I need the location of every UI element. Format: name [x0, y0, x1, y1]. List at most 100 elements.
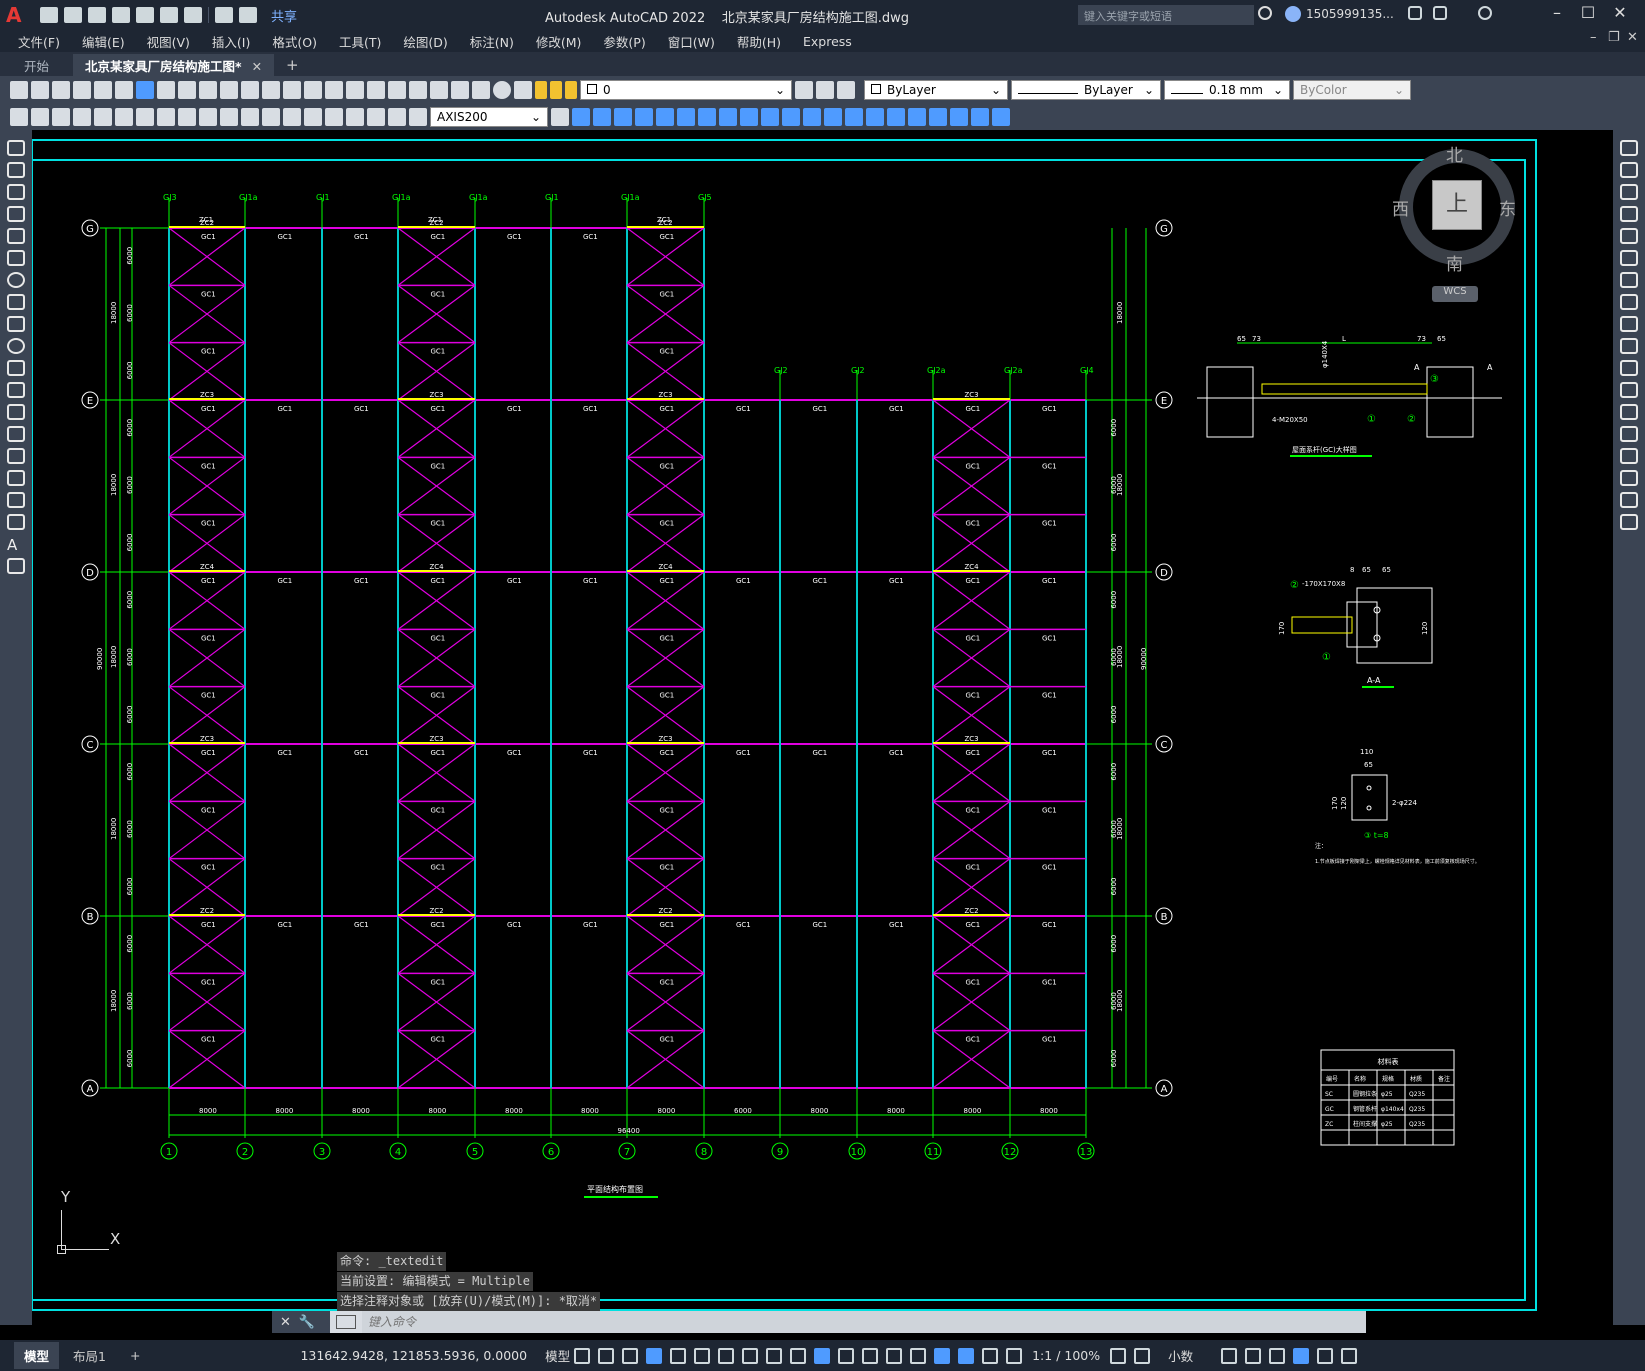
save-icon[interactable]	[52, 80, 70, 99]
dynamic-input-icon[interactable]	[646, 1347, 663, 1364]
stretch-icon[interactable]	[1620, 316, 1638, 332]
copy-icon[interactable]	[1620, 162, 1638, 178]
polar-icon[interactable]	[694, 1347, 711, 1364]
copy-object-icon[interactable]	[593, 107, 611, 126]
viewcube-north[interactable]: 北	[1446, 141, 1463, 166]
zoom-previous-icon[interactable]	[346, 80, 364, 99]
layer-dropdown[interactable]: 0 ⌄	[580, 79, 792, 100]
tab-layout1[interactable]: 布局1	[63, 1342, 116, 1369]
mirror-icon[interactable]	[1620, 184, 1638, 200]
add-layout-button[interactable]: +	[120, 1344, 150, 1367]
pan-icon[interactable]	[283, 80, 301, 99]
menu-item[interactable]: 窗口(W)	[668, 32, 715, 51]
chamfer-icon[interactable]	[1620, 448, 1638, 464]
paste-icon[interactable]	[199, 80, 217, 99]
arc-icon[interactable]	[7, 250, 25, 266]
save-icon[interactable]	[88, 7, 106, 23]
color-dropdown[interactable]: ByLayer ⌄	[864, 79, 1008, 100]
stretch-icon[interactable]	[740, 107, 758, 126]
customize-icon[interactable]: 🔧	[299, 1315, 315, 1330]
plot-icon[interactable]	[73, 80, 91, 99]
doc-restore-button[interactable]: ❐	[1608, 30, 1624, 50]
circle-icon[interactable]	[7, 272, 25, 288]
menu-item[interactable]: 标注(N)	[470, 32, 514, 51]
search-input[interactable]: 键入关键字或短语	[1078, 5, 1254, 25]
tab-model[interactable]: 模型	[14, 1342, 60, 1369]
dimstyle-icon[interactable]	[551, 107, 569, 126]
clean-screen-icon[interactable]	[1317, 1347, 1334, 1364]
close-tab-icon[interactable]: ✕	[252, 59, 262, 74]
gradient-icon[interactable]	[7, 470, 25, 486]
3d-osnap-icon[interactable]	[862, 1347, 879, 1364]
bring-front-icon[interactable]	[929, 107, 947, 126]
ordinate-icon[interactable]	[94, 107, 112, 126]
layer-thaw-icon[interactable]	[550, 80, 562, 99]
cart-icon[interactable]	[1408, 6, 1422, 20]
help-icon[interactable]	[493, 80, 511, 99]
drawing-canvas[interactable]: GC1 GC1 GC1 ZC2 GC1 GC1 GC1 ZC3 GC1 GC1 GC1 ZC4 GC1 G…	[32, 130, 1613, 1325]
radius-icon[interactable]	[115, 107, 133, 126]
offset-icon[interactable]	[1620, 206, 1638, 222]
chamfer-icon[interactable]	[845, 107, 863, 126]
redo-icon[interactable]	[262, 80, 280, 99]
extend-icon[interactable]	[782, 107, 800, 126]
mtext-icon[interactable]: A	[7, 536, 25, 554]
annotation-scale-value[interactable]: 1:1 / 100%	[1032, 1348, 1100, 1363]
dynamic-ucs-icon[interactable]	[886, 1347, 903, 1364]
quick-dimension-icon[interactable]	[10, 107, 28, 126]
maximize-button[interactable]: ☐	[1574, 3, 1602, 25]
share-button[interactable]: 共享	[271, 6, 297, 25]
move-icon[interactable]	[1620, 250, 1638, 266]
coordinates-readout[interactable]: 131642.9428, 121853.5936, 0.0000	[300, 1348, 527, 1363]
units-value[interactable]: 小数	[1168, 1346, 1193, 1365]
inspect-icon[interactable]	[325, 107, 343, 126]
aligned-dimension-icon[interactable]	[52, 107, 70, 126]
lineweight-icon[interactable]	[790, 1347, 807, 1364]
rectangle-icon[interactable]	[7, 228, 25, 244]
user-name[interactable]: 1505999135...	[1306, 7, 1394, 21]
menu-item[interactable]: 绘图(D)	[403, 32, 447, 51]
menu-item[interactable]: 工具(T)	[339, 32, 381, 51]
isolate-objects-icon[interactable]	[1269, 1347, 1286, 1364]
workspace-gear-icon[interactable]	[1110, 1347, 1127, 1364]
tool-palettes-icon[interactable]	[409, 80, 427, 99]
autocad-logo-icon[interactable]: A	[6, 3, 34, 27]
fillet-icon[interactable]	[1620, 470, 1638, 486]
lock-ui-icon[interactable]	[1245, 1347, 1262, 1364]
layer-previous-icon[interactable]	[816, 80, 834, 99]
cut-icon[interactable]	[157, 80, 175, 99]
hatch-back-icon[interactable]	[992, 107, 1010, 126]
arc-length-icon[interactable]	[73, 107, 91, 126]
new-tab-button[interactable]: +	[274, 54, 311, 76]
hardware-acceleration-icon[interactable]	[1293, 1347, 1310, 1364]
menu-item[interactable]: 文件(F)	[18, 32, 60, 51]
spline-icon[interactable]	[7, 316, 25, 332]
linetype-dropdown[interactable]: ByLayer ⌄	[1011, 79, 1161, 100]
menu-item[interactable]: 插入(I)	[212, 32, 250, 51]
design-center-icon[interactable]	[388, 80, 406, 99]
insert-block-icon[interactable]	[7, 382, 25, 398]
viewcube-east[interactable]: 东	[1499, 195, 1516, 220]
break-icon[interactable]	[262, 107, 280, 126]
user-icon[interactable]	[1285, 6, 1301, 22]
wcs-menu[interactable]: WCS	[1432, 286, 1478, 302]
zoom-window-icon[interactable]	[325, 80, 343, 99]
new-file-icon[interactable]	[40, 7, 58, 23]
close-button[interactable]: ✕	[1606, 3, 1634, 25]
open-icon[interactable]	[31, 80, 49, 99]
menu-item[interactable]: 格式(O)	[272, 32, 317, 51]
calculator-icon[interactable]	[472, 80, 490, 99]
dimstyle-dropdown[interactable]: AXIS200 ⌄	[430, 106, 548, 127]
baseline-icon[interactable]	[199, 107, 217, 126]
zoom-realtime-icon[interactable]	[304, 80, 322, 99]
exchange-icon[interactable]	[1433, 6, 1447, 20]
gizmo-icon[interactable]	[934, 1347, 951, 1364]
markup-icon[interactable]	[451, 80, 469, 99]
close-icon[interactable]: ✕	[280, 1315, 291, 1330]
text-front-icon[interactable]	[971, 107, 989, 126]
match-properties-icon[interactable]	[220, 80, 238, 99]
publish-icon[interactable]	[115, 80, 133, 99]
dim-edit-icon[interactable]	[367, 107, 385, 126]
lineweight-dropdown[interactable]: 0.18 mm ⌄	[1164, 79, 1290, 100]
help-icon[interactable]	[1478, 6, 1492, 20]
